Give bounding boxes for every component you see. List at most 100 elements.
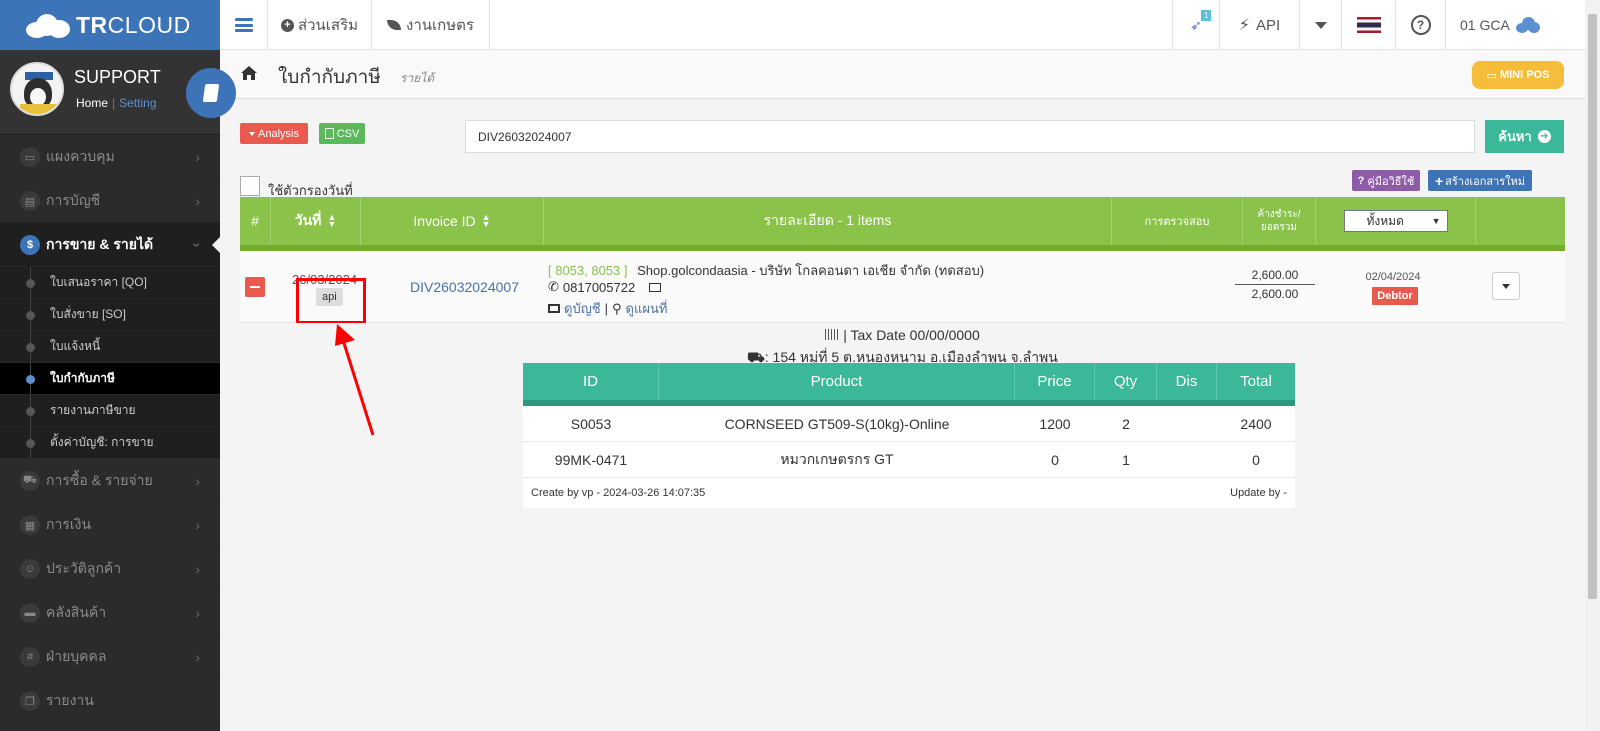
barcode-icon [825,329,840,340]
created-by: Create by vp - 2024-03-26 14:07:35 [531,487,706,499]
brand-logo[interactable]: TR CLOUD [0,0,220,50]
annotation-arrow [335,324,375,436]
laptop-icon: ▭ [1486,69,1497,82]
truck-icon: ▬ [20,603,40,623]
agri-menu[interactable]: งานเกษตร [372,0,490,50]
date-filter-checkbox[interactable] [240,176,260,196]
envelope-icon[interactable] [649,282,662,292]
copy-icon: ❐ [20,691,40,711]
submenu-invoice[interactable]: ใบแจ้งหนี้ [0,331,220,363]
mini-pos-button[interactable]: ▭ MINI POS [1472,61,1564,89]
notification-button[interactable]: ➶ 1 [1172,0,1220,50]
highlight-box [296,278,366,324]
dropdown-toggle[interactable] [1300,0,1342,50]
avatar[interactable] [10,62,64,116]
status-filter-select[interactable]: ทั้งหมด ▼ [1343,210,1448,232]
search-button[interactable]: ค้นหา ➔ [1485,120,1564,153]
page-header: ใบกำกับภาษี รายได้ ▭ MINI POS [220,50,1585,99]
book-icon [202,84,220,102]
leaf-icon [387,20,402,30]
submenu-tax-invoice[interactable]: ใบกำกับภาษี [0,363,220,395]
search-input[interactable]: DIV26032024007 [465,120,1475,153]
sidebar-item-purchases[interactable]: ⛟ การซื้อ & รายจ่าย › [0,459,220,503]
table-row: 99MK-0471 หมวกเกษตรกร GT 0 1 0 [523,442,1295,478]
col-invoice-id[interactable]: Invoice ID ▲ ▼ [361,197,544,245]
status-badge: Debtor [1372,287,1418,305]
main-content: ใบกำกับภาษี รายได้ ▭ MINI POS Analysis CS… [220,50,1585,731]
sidebar-item-finance[interactable]: ▦ การเงิน › [0,503,220,547]
sidebar-item-sales[interactable]: $ การขาย & รายได้ › [0,223,220,267]
manual-button[interactable]: ? คู่มือวิธีใช้ [1352,170,1420,191]
sidebar-item-customers[interactable]: ☺ ประวัติลูกค้า › [0,547,220,591]
map-marker-icon: ⚲ [612,300,622,316]
language-selector[interactable] [1342,0,1396,50]
plug-icon: ⚡ [1238,17,1251,34]
profile-name: SUPPORT [74,67,161,87]
view-map-link[interactable]: ดูแผนที่ [626,298,668,319]
updated-by: Update by - [1230,487,1287,499]
arrow-circle-right-icon: ➔ [1537,130,1551,143]
table-row[interactable]: 26/03/2024 api DIV26032024007 [ 8053, 80… [240,251,1565,324]
create-document-button[interactable]: + สร้างเอกสารใหม่ [1428,170,1532,191]
setting-link[interactable]: Setting [119,96,156,110]
cloud-logo-icon [26,12,70,38]
profile-links: Home | Setting [76,96,157,110]
help-button[interactable]: ? [1396,0,1446,50]
invoice-detail-panel: | Tax Date 00/00/0000 ⛟: 154 หมู่ที่ 5 ต… [240,323,1565,516]
page-title: ใบกำกับภาษี [278,67,381,88]
sidebar-item-reports[interactable]: ❐ รายงาน [0,679,220,723]
analysis-button[interactable]: Analysis [240,123,308,144]
chevron-down-icon: ▼ [1431,216,1441,226]
items-table: ID Product Price Qty Dis Total S0053 COR… [523,363,1295,508]
row-action-dropdown[interactable] [1492,272,1520,300]
view-account-link[interactable]: ดูบัญชี [564,298,601,319]
col-status-filter: ทั้งหมด ▼ [1316,197,1476,245]
phone-number: 0817005722 [562,279,636,295]
api-label: API [1256,16,1281,34]
question-icon: ? [1357,174,1365,187]
menu-toggle-button[interactable] [220,0,268,50]
table-header: # วันที่ ▲ ▼ Invoice ID ▲ ▼ รายละเอียด - 1 i… [240,197,1565,245]
items-table-header: ID Product Price Qty Dis Total [523,363,1295,400]
home-icon[interactable] [240,65,258,81]
sidebar-item-dashboard[interactable]: ▭ แผงควบคุม › [0,135,220,179]
chevron-right-icon: › [195,605,200,621]
invoice-id-link[interactable]: DIV26032024007 [410,279,519,295]
book-icon: ▤ [20,191,40,211]
scrollbar-thumb[interactable] [1588,14,1597,599]
agri-label: งานเกษตร [406,17,474,34]
book-icon-button[interactable] [186,68,236,118]
thai-flag-icon [1356,17,1381,33]
phone-icon: ✆ [548,279,559,294]
row-links: ดูบัญชี | ⚲ ดูแผนที่ [548,298,667,319]
csv-button[interactable]: CSV [319,123,365,144]
col-date[interactable]: วันที่ ▲ ▼ [271,197,361,245]
sidebar-item-inventory[interactable]: ▬ คลังสินค้า › [0,591,220,635]
shop-name: Shop.golcondaasia - [637,263,756,278]
submenu-sales-tax-report[interactable]: รายงานภาษีขาย [0,395,220,427]
submenu-sales-order[interactable]: ใบสั่งขาย [SO] [0,299,220,331]
dollar-icon: $ [20,235,40,255]
sidebar-item-hr[interactable]: # ฝ่ายบุคคล › [0,635,220,679]
home-link[interactable]: Home [76,96,108,110]
question-circle-icon: ? [1410,15,1431,35]
row-contact: ✆ 0817005722 [548,279,662,295]
col-actions [1476,197,1565,245]
submenu-quotation[interactable]: ใบเสนอราคา [QO] [0,267,220,299]
sidebar-nav: ▭ แผงควบคุม › ▤ การบัญชี › $ การขาย & รายได้ › [0,135,220,267]
calendar-icon: ▦ [20,515,40,535]
hash-icon: # [20,647,40,667]
sort-icon: ▲ ▼ [327,212,337,229]
chevron-right-icon: › [195,473,200,489]
tax-date-line: | Tax Date 00/00/0000 [240,327,1565,343]
company-menu[interactable]: 01 GCA [1446,0,1585,50]
sidebar-item-accounting[interactable]: ▤ การบัญชี › [0,179,220,223]
api-menu[interactable]: ⚡ API [1220,0,1300,50]
row-customer: [ 8053, 8053 ] Shop.golcondaasia - บริษั… [548,260,984,281]
due-date: 02/04/2024 [1365,271,1421,283]
addons-menu[interactable]: + ส่วนเสริม [268,0,372,50]
collapse-button[interactable] [245,277,265,297]
caret-down-icon [1502,283,1510,289]
submenu-sales-settings[interactable]: ตั้งค่าบัญชี: การขาย [0,427,220,459]
plus-circle-icon: + [280,18,294,32]
